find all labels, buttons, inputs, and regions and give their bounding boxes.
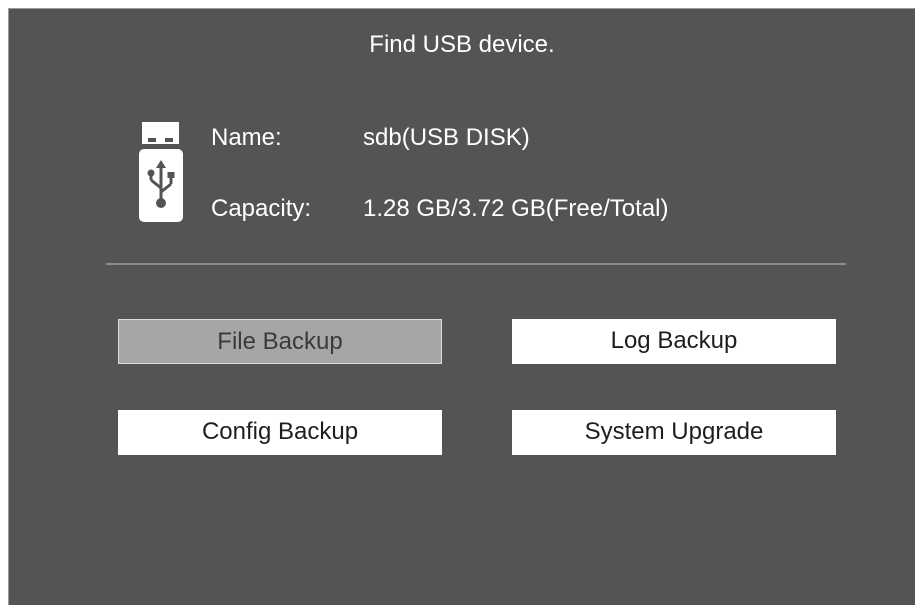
config-backup-button[interactable]: Config Backup — [118, 410, 442, 455]
usb-device-dialog: Find USB device. Name: sdb(USB DISK) Capa… — [8, 8, 915, 605]
device-name-row: Name: sdb(USB DISK) — [211, 124, 530, 152]
usb-drive-icon — [139, 122, 183, 222]
file-backup-button[interactable]: File Backup — [118, 319, 442, 364]
device-capacity-row: Capacity: 1.28 GB/3.72 GB(Free/Total) — [211, 195, 668, 223]
dialog-title: Find USB device. — [369, 31, 555, 58]
log-backup-button[interactable]: Log Backup — [512, 319, 836, 364]
device-capacity-value: 1.28 GB/3.72 GB(Free/Total) — [363, 195, 669, 222]
divider — [106, 263, 846, 265]
device-name-value: sdb(USB DISK) — [363, 124, 530, 151]
device-capacity-label: Capacity: — [211, 195, 312, 222]
system-upgrade-button[interactable]: System Upgrade — [512, 410, 836, 455]
device-name-label: Name: — [211, 124, 282, 151]
